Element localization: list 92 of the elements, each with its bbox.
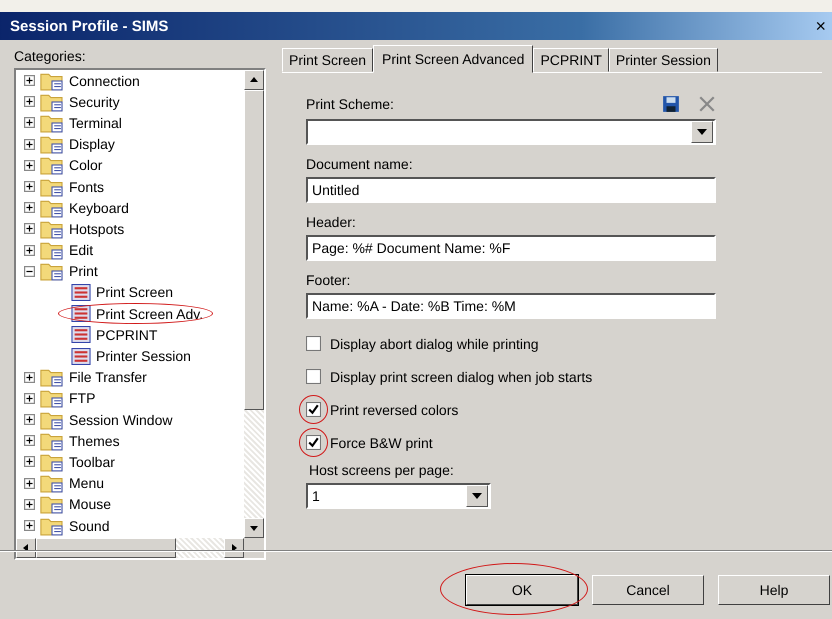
scroll-right-icon[interactable] [224, 538, 244, 558]
dialog-button[interactable]: Help [718, 575, 830, 605]
folder-icon [39, 494, 65, 514]
tree-item[interactable]: Menu [69, 475, 104, 492]
expand-icon[interactable] [24, 96, 35, 108]
expand-icon[interactable] [24, 392, 35, 404]
checkbox-label: Display print screen dialog when job starts [330, 368, 592, 384]
expand-icon[interactable] [24, 478, 35, 489]
checkbox-label: Print reversed colors [330, 402, 458, 418]
tree-item[interactable]: Sound [69, 518, 110, 534]
folder-icon [39, 134, 65, 154]
scroll-thumb[interactable] [244, 90, 264, 410]
expand-icon[interactable] [24, 372, 35, 383]
tree-item[interactable]: Print Screen [96, 284, 174, 300]
tree-item[interactable]: Security [69, 94, 120, 110]
tree-item[interactable]: FTP [69, 390, 96, 406]
tab[interactable]: Print Screen Advanced [373, 45, 534, 73]
tree-item[interactable]: Display [69, 136, 115, 152]
field-label: Host screens per page: [308, 461, 455, 479]
print-scheme-dropdown[interactable] [306, 119, 716, 145]
tree-item[interactable]: File Transfer [69, 369, 147, 386]
header-field[interactable]: Page: %# Document Name: %F [306, 235, 716, 261]
tab[interactable]: Print Screen [282, 48, 374, 72]
expand-icon[interactable] [24, 498, 35, 510]
tree-item[interactable]: Themes [69, 432, 120, 449]
tree-item[interactable]: Connection [69, 72, 140, 89]
tree-item[interactable]: Hotspots [69, 220, 124, 237]
expand-icon[interactable] [24, 181, 35, 192]
checkbox[interactable] [306, 435, 321, 450]
host-screens-dropdown[interactable]: 1 [306, 483, 491, 509]
field-label: Footer: [306, 271, 352, 289]
scroll-thumb[interactable] [36, 538, 176, 558]
tree-item[interactable]: Print [69, 263, 98, 280]
list-icon [70, 348, 92, 365]
tree-item[interactable]: Terminal [69, 114, 122, 131]
folder-icon [39, 473, 65, 494]
folder-icon [39, 240, 65, 260]
window-title: Session Profile - SIMS [10, 18, 168, 34]
tab[interactable]: PCPRINT [533, 48, 609, 72]
tree-item[interactable]: Keyboard [69, 200, 129, 216]
horizontal-scrollbar[interactable] [16, 538, 264, 558]
expand-icon[interactable] [24, 414, 35, 426]
field-label: Document name: [306, 155, 414, 173]
tree-item[interactable]: Color [69, 157, 102, 174]
categories-label: Categories: [14, 48, 87, 64]
tree-item[interactable]: Toolbar [69, 454, 115, 470]
expand-icon[interactable] [24, 117, 35, 128]
scroll-left-icon[interactable] [16, 538, 36, 558]
scroll-up-icon[interactable] [244, 70, 264, 90]
checkbox-label: Display abort dialog while printing [330, 336, 539, 352]
dialog-button[interactable]: OK [466, 575, 578, 605]
checkbox[interactable] [306, 369, 321, 384]
tree-item[interactable]: Print Screen Adv. [96, 306, 204, 322]
close-button[interactable]: × [815, 17, 826, 35]
folder-icon [39, 261, 65, 282]
vertical-scrollbar[interactable] [244, 70, 264, 538]
expand-icon[interactable] [24, 435, 35, 446]
tree-item[interactable]: PCPRINT [96, 326, 158, 343]
checkbox[interactable] [306, 336, 321, 351]
expand-icon[interactable] [24, 75, 35, 86]
tree-item[interactable]: Edit [69, 242, 94, 258]
list-icon [70, 305, 92, 322]
dropdown-arrow-icon [472, 493, 482, 499]
scroll-down-icon[interactable] [244, 518, 264, 538]
folder-icon [39, 367, 65, 388]
field-label: Print Scheme: [306, 95, 395, 113]
expand-icon[interactable] [24, 520, 35, 532]
dialog-button[interactable]: Cancel [592, 575, 704, 605]
folder-icon [39, 155, 65, 176]
collapse-icon[interactable] [24, 266, 35, 277]
folder-icon [39, 388, 65, 408]
expand-icon[interactable] [24, 456, 35, 468]
expand-icon[interactable] [24, 223, 35, 234]
expand-icon[interactable] [24, 244, 35, 256]
checkbox-label: Force B&W print [330, 434, 433, 450]
expand-icon[interactable] [24, 202, 35, 214]
tab[interactable]: Printer Session [608, 48, 718, 72]
tree-item[interactable]: Mouse [69, 496, 112, 512]
tree-item[interactable]: Printer Session [96, 348, 191, 364]
tree-item[interactable]: Fonts [69, 178, 104, 195]
expand-icon[interactable] [24, 138, 35, 150]
checkbox[interactable] [306, 402, 321, 417]
list-icon [70, 326, 92, 344]
footer-field[interactable]: Name: %A - Date: %B Time: %M [306, 293, 716, 319]
scrollbar-corner [244, 538, 264, 558]
document-name-field[interactable]: Untitled [306, 177, 716, 203]
save-icon[interactable] [662, 95, 680, 113]
tree-item[interactable]: Session Window [69, 412, 172, 428]
field-label: Header: [306, 213, 357, 231]
expand-icon[interactable] [24, 160, 35, 171]
list-icon [70, 284, 92, 301]
dropdown-arrow-icon [697, 129, 707, 135]
